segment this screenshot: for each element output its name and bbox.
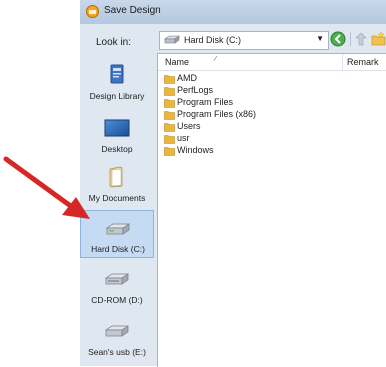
chevron-down-icon[interactable]: ▼: [316, 34, 324, 43]
folder-icon: [164, 75, 175, 84]
desktop-icon: [104, 119, 130, 137]
usb-drive-icon: [104, 325, 130, 337]
design-library-icon: [110, 64, 124, 84]
place-label: Design Library: [89, 91, 145, 101]
file-name: PerfLogs: [177, 85, 214, 95]
app-icon: [86, 5, 99, 18]
file-name: usr: [177, 133, 190, 143]
file-name: Program Files (x86): [177, 109, 257, 119]
my-documents-icon: [109, 166, 123, 188]
dialog-title-bar[interactable]: Save Design: [80, 0, 386, 25]
hard-disk-icon: [105, 223, 131, 235]
annotation-arrow-icon: [3, 156, 90, 219]
hard-disk-small-icon: [164, 35, 180, 44]
place-cd-rom[interactable]: CD-ROM (D:): [80, 263, 154, 309]
file-list[interactable]: Name ⁄ Remark AMD PerfLogs Program Files…: [157, 53, 386, 367]
column-remark-header[interactable]: Remark: [347, 57, 379, 67]
column-header: Name ⁄ Remark: [158, 54, 386, 71]
folder-icon: [164, 123, 175, 132]
look-in-value: Hard Disk (C:): [184, 35, 242, 45]
column-divider[interactable]: [342, 54, 343, 70]
file-name: Users: [177, 121, 201, 131]
file-name: AMD: [177, 73, 197, 83]
folder-icon: [164, 87, 175, 96]
toolbar-separator: [350, 32, 351, 46]
folder-icon: [164, 111, 175, 120]
place-design-library[interactable]: Design Library: [80, 61, 154, 109]
back-icon[interactable]: [330, 31, 346, 47]
folder-icon: [164, 99, 175, 108]
dialog-title: Save Design: [104, 5, 161, 16]
file-name: Windows: [177, 145, 214, 155]
file-name: Program Files: [177, 97, 234, 107]
place-label: CD-ROM (D:): [91, 295, 143, 305]
folder-icon: [164, 147, 175, 156]
look-in-dropdown[interactable]: Hard Disk (C:) ▼: [159, 31, 329, 50]
look-in-label: Look in:: [96, 37, 132, 48]
place-label: Sean's usb (E:): [88, 347, 146, 357]
place-label: Desktop: [101, 144, 133, 154]
sort-ascending-icon: ⁄: [215, 56, 217, 63]
folder-icon: [164, 135, 175, 144]
place-label: Hard Disk (C:): [91, 244, 145, 254]
column-name-header[interactable]: Name: [165, 57, 189, 67]
cd-rom-icon: [104, 273, 130, 285]
place-usb-drive[interactable]: Sean's usb (E:): [80, 315, 154, 361]
up-folder-icon[interactable]: [354, 31, 368, 47]
new-folder-icon[interactable]: [371, 31, 386, 47]
